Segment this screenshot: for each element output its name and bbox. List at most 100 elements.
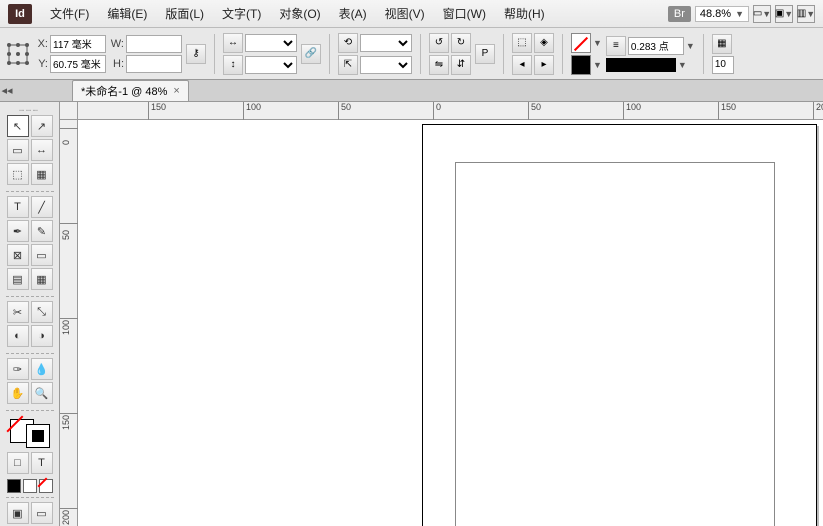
menu-window[interactable]: 窗口(W) <box>435 1 494 26</box>
scissors-tool[interactable]: ✂ <box>7 301 29 323</box>
close-icon[interactable]: × <box>173 85 179 97</box>
stroke-weight-icon: ≡ <box>606 36 626 56</box>
w-label: W: <box>110 38 124 50</box>
constrain-proportions-icon[interactable]: ⚷ <box>186 44 206 64</box>
preview-view-icon[interactable]: ▭ <box>31 502 53 524</box>
zoom-tool[interactable]: 🔍 <box>31 382 53 404</box>
stroke-end-input[interactable] <box>712 56 734 74</box>
type-tool[interactable]: T <box>7 196 29 218</box>
x-label: X: <box>34 38 48 50</box>
canvas-area[interactable]: 15010050050100150200 050100150200 <box>60 102 823 526</box>
rotate-icon[interactable]: ⟲ <box>338 33 358 53</box>
content-placer-tool[interactable]: ▦ <box>31 163 53 185</box>
menu-help[interactable]: 帮助(H) <box>496 1 553 26</box>
menu-right-group: Br 48.8%▼ ▭▼ ▣▼ ▥▼ <box>668 5 823 23</box>
line-tool[interactable]: ╱ <box>31 196 53 218</box>
rotate-combo[interactable] <box>360 34 412 52</box>
scale-y-combo[interactable] <box>245 56 297 74</box>
tabstrip-collapse-icon[interactable]: ◂◂ <box>2 85 12 95</box>
y-label: Y: <box>34 58 48 70</box>
rectangle-tool[interactable]: ▭ <box>31 244 53 266</box>
w-input[interactable] <box>126 35 182 53</box>
menu-file[interactable]: 文件(F) <box>42 1 97 26</box>
vertical-ruler[interactable]: 050100150200 <box>60 120 78 526</box>
stroke-swatch[interactable] <box>571 55 591 75</box>
stroke-box[interactable] <box>26 424 50 448</box>
zoom-combo[interactable]: 48.8%▼ <box>695 6 749 22</box>
content-collector-tool[interactable]: ⬚ <box>7 163 29 185</box>
shear-combo[interactable] <box>360 56 412 74</box>
flip-h-icon[interactable]: ⇋ <box>429 55 449 75</box>
screen-mode-dropdown[interactable]: ▭▼ <box>753 5 771 23</box>
document-tab-title: *未命名-1 @ 48% <box>81 83 167 99</box>
select-container-icon[interactable]: ⬚ <box>512 33 532 53</box>
formatting-container-icon[interactable]: □ <box>7 452 29 474</box>
stroke-style-preview[interactable] <box>606 58 676 72</box>
rotate-cw-icon[interactable]: ↻ <box>451 33 471 53</box>
flip-v-icon[interactable]: ⇵ <box>451 55 471 75</box>
gradient-swatch-tool[interactable]: ◐ <box>7 325 29 347</box>
arrange-dropdown[interactable]: ▣▼ <box>775 5 793 23</box>
menu-layout[interactable]: 版面(L) <box>157 1 212 26</box>
gradient-feather-tool[interactable]: ◑ <box>31 325 53 347</box>
select-content-icon[interactable]: ◈ <box>534 33 554 53</box>
direct-selection-tool[interactable]: ↗ <box>31 115 53 137</box>
hand-tool[interactable]: ✋ <box>7 382 29 404</box>
scale-x-combo[interactable] <box>245 34 297 52</box>
menu-bar: Id 文件(F) 编辑(E) 版面(L) 文字(T) 对象(O) 表(A) 视图… <box>0 0 823 28</box>
text-frame[interactable] <box>455 162 775 526</box>
grid-tool[interactable]: ▦ <box>31 268 53 290</box>
apply-color-icon[interactable] <box>7 479 21 493</box>
gap-tool[interactable]: ↔ <box>31 139 53 161</box>
rotate-ccw-icon[interactable]: ↺ <box>429 33 449 53</box>
page-tool[interactable]: ▭ <box>7 139 29 161</box>
effects-icon[interactable]: ▦ <box>712 34 732 54</box>
free-transform-tool[interactable]: ⤡ <box>31 301 53 323</box>
pen-tool[interactable]: ✒ <box>7 220 29 242</box>
app-logo: Id <box>8 4 32 24</box>
table-tool[interactable]: ▤ <box>7 268 29 290</box>
horizontal-ruler[interactable]: 15010050050100150200 <box>78 102 823 120</box>
stroke-dropdown-icon[interactable]: ▼ <box>593 60 602 70</box>
toolbox: ┈┈┈ ↖↗ ▭↔ ⬚▦ T╱ ✒✎ ⊠▭ ▤▦ ✂⤡ ◐◑ ✑💧 ✋🔍 □T … <box>0 102 60 526</box>
scale-x-icon[interactable]: ↔ <box>223 33 243 53</box>
workspace: ┈┈┈ ↖↗ ▭↔ ⬚▦ T╱ ✒✎ ⊠▭ ▤▦ ✂⤡ ◐◑ ✑💧 ✋🔍 □T … <box>0 102 823 526</box>
menu-view[interactable]: 视图(V) <box>377 1 433 26</box>
link-scale-icon[interactable]: 🔗 <box>301 44 321 64</box>
fill-stroke-control[interactable] <box>10 419 50 448</box>
color-mode-row <box>7 479 53 493</box>
pencil-tool[interactable]: ✎ <box>31 220 53 242</box>
document-tab[interactable]: *未命名-1 @ 48% × <box>72 80 189 101</box>
y-input[interactable] <box>50 55 106 73</box>
select-prev-icon[interactable]: ◂ <box>512 55 532 75</box>
x-input[interactable] <box>50 35 106 53</box>
bridge-button[interactable]: Br <box>668 6 691 22</box>
fill-swatch[interactable] <box>571 33 591 53</box>
zoom-value: 48.8% <box>700 8 731 20</box>
apply-none-icon[interactable] <box>39 479 53 493</box>
select-next-icon[interactable]: ▸ <box>534 55 554 75</box>
p-icon[interactable]: P <box>475 44 495 64</box>
stroke-weight-input[interactable] <box>628 37 684 55</box>
apply-gradient-icon[interactable] <box>23 479 37 493</box>
fill-dropdown-icon[interactable]: ▼ <box>593 38 602 48</box>
toolbox-handle[interactable]: ┈┈┈ <box>19 106 39 115</box>
h-input[interactable] <box>126 55 182 73</box>
control-bar: X: Y: W: H: ⚷ ↔ ↕ 🔗 ⟲ ⇱ ↺↻ ⇋⇵ P ⬚◈ ◂▸ ▼ … <box>0 28 823 80</box>
selection-tool[interactable]: ↖ <box>7 115 29 137</box>
menu-text[interactable]: 文字(T) <box>214 1 269 26</box>
reference-point-icon[interactable] <box>6 42 30 66</box>
menu-table[interactable]: 表(A) <box>331 1 375 26</box>
normal-view-icon[interactable]: ▣ <box>7 502 29 524</box>
menu-edit[interactable]: 编辑(E) <box>99 1 155 26</box>
shear-icon[interactable]: ⇱ <box>338 55 358 75</box>
ruler-origin[interactable] <box>60 102 78 120</box>
h-label: H: <box>110 58 124 70</box>
menu-object[interactable]: 对象(O) <box>271 1 328 26</box>
scale-y-icon[interactable]: ↕ <box>223 55 243 75</box>
note-tool[interactable]: ✑ <box>7 358 29 380</box>
formatting-text-icon[interactable]: T <box>31 452 53 474</box>
rectangle-frame-tool[interactable]: ⊠ <box>7 244 29 266</box>
eyedropper-tool[interactable]: 💧 <box>31 358 53 380</box>
workspace-dropdown[interactable]: ▥▼ <box>797 5 815 23</box>
